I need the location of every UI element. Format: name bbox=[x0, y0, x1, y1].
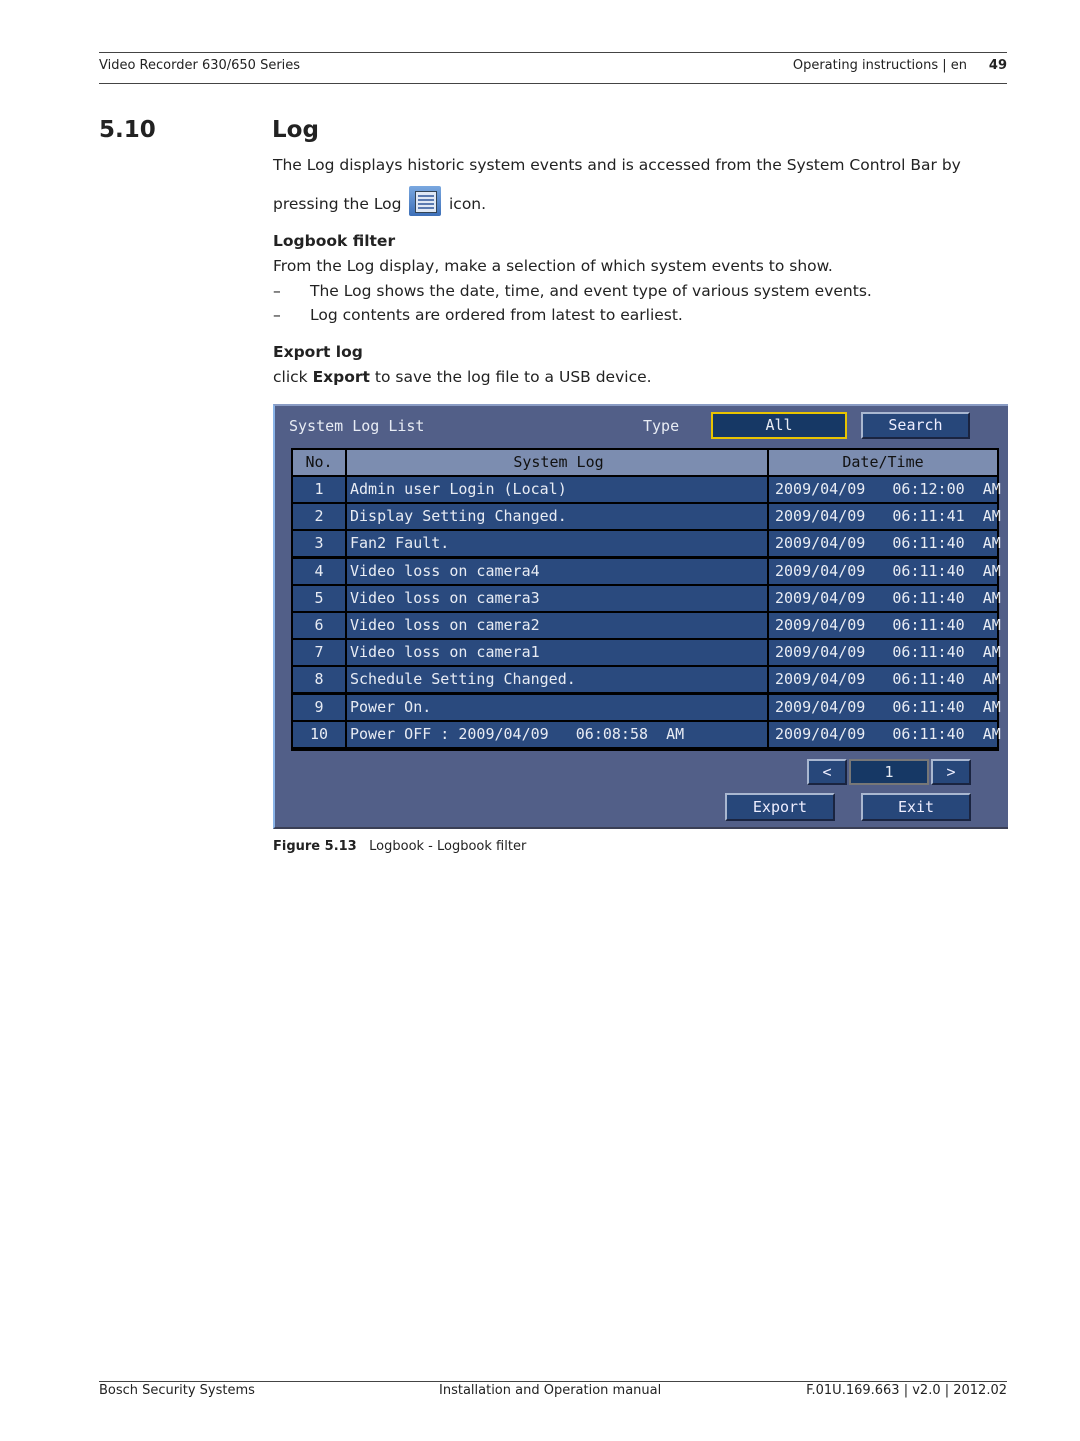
logbook-filter-text: From the Log display, make a selection o… bbox=[273, 257, 833, 275]
footer-rule bbox=[99, 1381, 1007, 1382]
row-number: 6 bbox=[293, 613, 345, 638]
window-title: System Log List bbox=[289, 417, 425, 435]
footer-center: Installation and Operation manual bbox=[439, 1383, 662, 1398]
table-row[interactable]: 1 Admin user Login (Local) 2009/04/09 06:1… bbox=[293, 477, 1001, 502]
section-number: 5.10 bbox=[99, 117, 156, 143]
type-label: Type bbox=[643, 417, 680, 435]
col-datetime: Date/Time bbox=[769, 450, 997, 475]
row-number: 2 bbox=[293, 504, 345, 530]
row-event: Video loss on camera3 bbox=[347, 585, 767, 611]
intro-line-1: The Log displays historic system events … bbox=[273, 156, 961, 174]
row-number: 3 bbox=[293, 531, 345, 557]
footer-right: F.01U.169.663 | v2.0 | 2012.02 bbox=[806, 1383, 1007, 1398]
row-datetime: 2009/04/09 06:11:40 AM bbox=[769, 694, 1001, 720]
figure-text: Logbook - Logbook filter bbox=[369, 839, 527, 854]
row-datetime: 2009/04/09 06:11:40 AM bbox=[769, 613, 1001, 638]
row-number: 7 bbox=[293, 640, 345, 666]
log-table: No. System Log Date/Time 1 Admin user Log… bbox=[291, 448, 1001, 751]
logbook-filter-heading: Logbook filter bbox=[273, 232, 396, 250]
page-number: 49 bbox=[988, 58, 1007, 73]
header-right: Operating instructions | en bbox=[792, 58, 967, 73]
exit-button[interactable]: Exit bbox=[861, 793, 971, 821]
export-button[interactable]: Export bbox=[725, 793, 835, 821]
table-row[interactable]: 4 Video loss on camera4 2009/04/09 06:11:4… bbox=[293, 558, 1001, 584]
row-number: 5 bbox=[293, 585, 345, 611]
row-number: 9 bbox=[293, 694, 345, 720]
export-text: click Export to save the log file to a U… bbox=[273, 368, 652, 386]
table-row[interactable]: 6 Video loss on camera2 2009/04/09 06:11:4… bbox=[293, 613, 1001, 638]
row-datetime: 2009/04/09 06:11:40 AM bbox=[769, 667, 1001, 693]
system-log-window: System Log List Type All Search No. Syst… bbox=[273, 404, 1008, 829]
row-datetime: 2009/04/09 06:11:40 AM bbox=[769, 531, 1001, 557]
search-button[interactable]: Search bbox=[861, 412, 970, 439]
table-header: No. System Log Date/Time bbox=[293, 450, 997, 475]
export-post: to save the log file to a USB device. bbox=[374, 368, 652, 386]
row-number: 4 bbox=[293, 558, 345, 584]
table-row[interactable]: 9 Power On. 2009/04/09 06:11:40 AM bbox=[293, 694, 1001, 720]
row-datetime: 2009/04/09 06:11:40 AM bbox=[769, 558, 1001, 584]
row-number: 1 bbox=[293, 477, 345, 502]
export-heading: Export log bbox=[273, 343, 363, 361]
row-event: Video loss on camera4 bbox=[347, 558, 767, 584]
section-title: Log bbox=[272, 117, 319, 143]
row-datetime: 2009/04/09 06:12:00 AM bbox=[769, 477, 1001, 502]
row-event: Power On. bbox=[347, 694, 767, 720]
next-page-button[interactable]: > bbox=[931, 759, 971, 785]
row-number: 10 bbox=[293, 721, 345, 747]
table-row[interactable]: 5 Video loss on camera3 2009/04/09 06:11:4… bbox=[293, 585, 1001, 611]
row-event: Video loss on camera1 bbox=[347, 640, 767, 666]
intro-line-2b: icon. bbox=[449, 195, 487, 213]
row-event: Video loss on camera2 bbox=[347, 613, 767, 638]
log-icon bbox=[409, 186, 441, 216]
prev-page-button[interactable]: < bbox=[807, 759, 847, 785]
header-left: Video Recorder 630/650 Series bbox=[99, 58, 301, 73]
row-event: Fan2 Fault. bbox=[347, 531, 767, 557]
table-row[interactable]: 2 Display Setting Changed. 2009/04/09 06:1… bbox=[293, 504, 1001, 530]
footer-left: Bosch Security Systems bbox=[99, 1383, 255, 1398]
row-event: Display Setting Changed. bbox=[347, 504, 767, 530]
row-event: Schedule Setting Changed. bbox=[347, 667, 767, 693]
row-datetime: 2009/04/09 06:11:40 AM bbox=[769, 640, 1001, 666]
intro-line-2a: pressing the Log bbox=[273, 195, 402, 213]
row-event: Power OFF : 2009/04/09 06:08:58 AM bbox=[347, 721, 767, 747]
figure-caption: Figure 5.13 Logbook - Logbook filter bbox=[273, 839, 526, 854]
table-row[interactable]: 3 Fan2 Fault. 2009/04/09 06:11:40 AM bbox=[293, 531, 1001, 557]
export-pre: click bbox=[273, 368, 308, 386]
figure-label: Figure 5.13 bbox=[273, 839, 357, 854]
page-number-field[interactable]: 1 bbox=[849, 759, 929, 785]
bullet-2: Log contents are ordered from latest to … bbox=[310, 306, 683, 324]
bullet-dash: – bbox=[273, 306, 281, 324]
row-number: 8 bbox=[293, 667, 345, 693]
type-select[interactable]: All bbox=[711, 412, 847, 439]
header-rule bbox=[99, 52, 1007, 53]
bullet-1: The Log shows the date, time, and event … bbox=[310, 282, 872, 300]
row-datetime: 2009/04/09 06:11:40 AM bbox=[769, 585, 1001, 611]
export-bold: Export bbox=[312, 368, 370, 386]
header-rule-bottom bbox=[99, 83, 1007, 84]
table-row[interactable]: 7 Video loss on camera1 2009/04/09 06:11:4… bbox=[293, 640, 1001, 666]
table-row[interactable]: 10 Power OFF : 2009/04/09 06:08:58 AM 2009… bbox=[293, 721, 1001, 747]
col-system-log: System Log bbox=[347, 450, 767, 475]
row-datetime: 2009/04/09 06:11:41 AM bbox=[769, 504, 1001, 530]
row-event: Admin user Login (Local) bbox=[347, 477, 767, 502]
row-datetime: 2009/04/09 06:11:40 AM bbox=[769, 721, 1001, 747]
bullet-dash: – bbox=[273, 282, 281, 300]
page: Video Recorder 630/650 Series Operating … bbox=[0, 0, 1080, 1441]
col-no: No. bbox=[293, 450, 345, 475]
table-row[interactable]: 8 Schedule Setting Changed. 2009/04/09 06:… bbox=[293, 667, 1001, 693]
